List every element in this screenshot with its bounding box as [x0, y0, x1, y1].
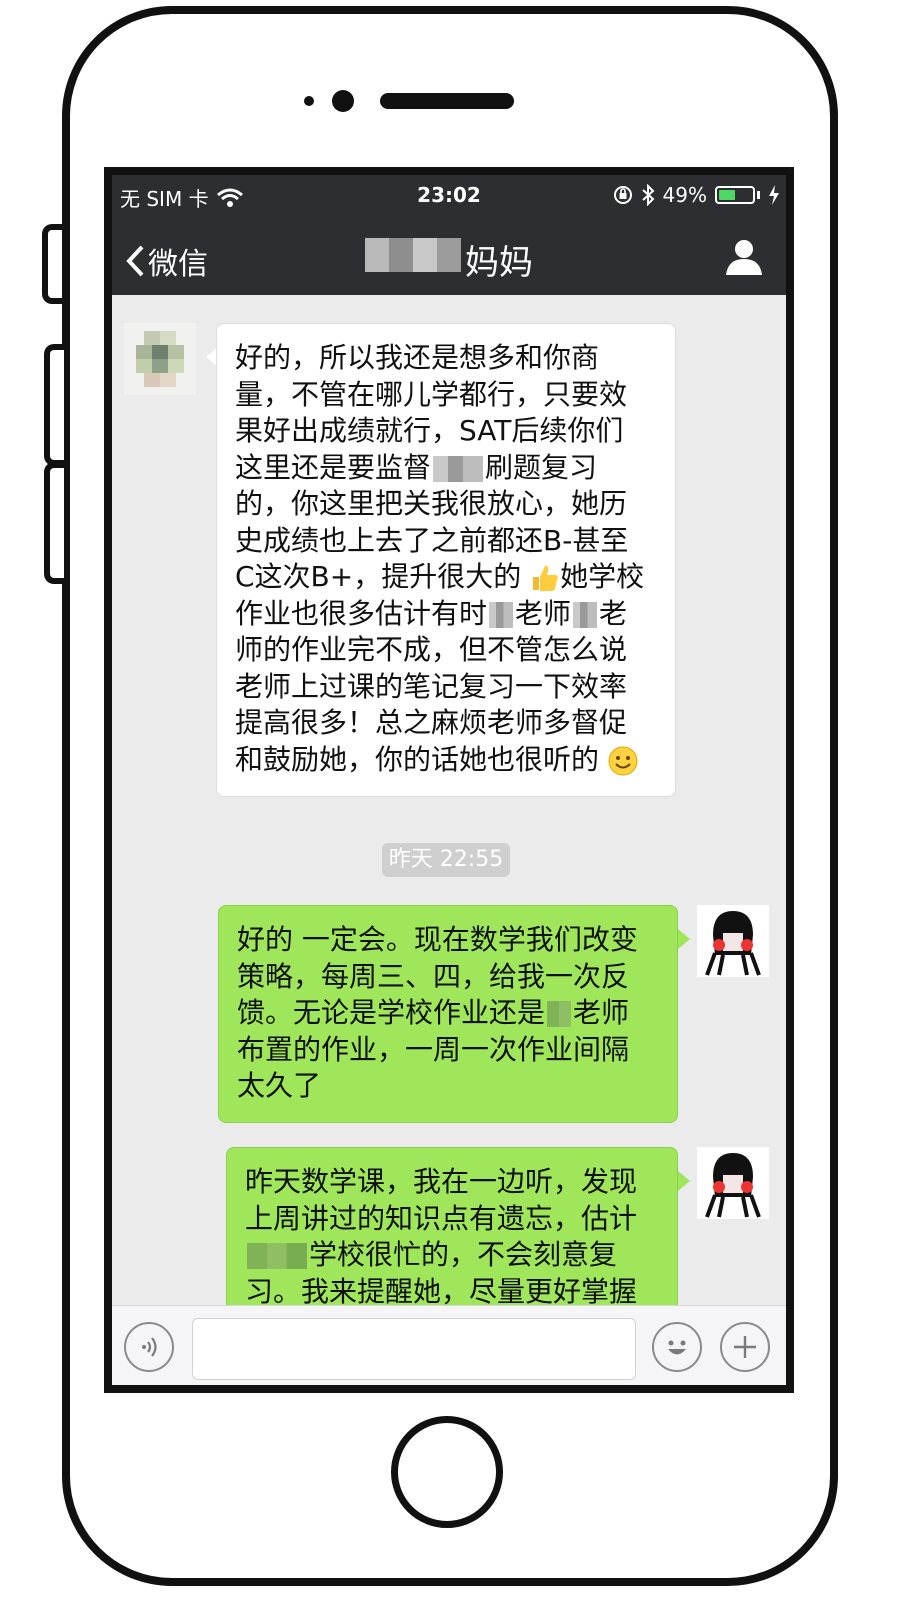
phone-speaker	[380, 93, 514, 109]
bluetooth-icon	[641, 184, 654, 206]
message-line: 作业也很多估计有时 老师老	[235, 596, 628, 630]
message-line: 馈。无论是学校作业还是 老师	[237, 996, 630, 1029]
phone-camera	[332, 90, 354, 112]
message-line: 史成绩也上去了之前都还B-甚至	[235, 523, 629, 557]
redacted-text	[573, 601, 598, 628]
incoming-message-bubble[interactable]: 好的，所以我还是想多和你商 量，不管在哪儿学都行，只要效 果好出成绩就行，SAT…	[216, 323, 676, 797]
chat-area: 好的，所以我还是想多和你商 量，不管在哪儿学都行，只要效 果好出成绩就行，SAT…	[112, 295, 786, 1305]
phone-side-button	[44, 344, 64, 466]
navigation-bar: 微信 妈妈	[112, 219, 786, 295]
user-avatar[interactable]	[697, 905, 769, 977]
redacted-text	[489, 601, 514, 628]
user-avatar[interactable]	[697, 1147, 769, 1219]
message-line: 上周讲过的知识点有遗忘，估计	[245, 1201, 638, 1235]
message-line: 和鼓励她，你的话她也很听的	[235, 742, 659, 779]
message-line: 提高很多！总之麻烦老师多督促	[235, 706, 628, 739]
charging-icon	[769, 185, 779, 205]
bubble-tail	[678, 1171, 690, 1191]
battery-percent: 49%	[662, 183, 707, 207]
voice-button[interactable]	[124, 1322, 174, 1372]
outgoing-message-bubble[interactable]: 昨天数学课，我在一边听，发现 上周讲过的知识点有遗忘，估计 学校很忙的，不会刻意…	[226, 1147, 678, 1305]
message-line: 的，你这里把关我很放心，她历	[235, 487, 628, 520]
message-line: 果好出成绩就行，SAT后续你们	[235, 414, 624, 447]
battery-tip	[757, 191, 760, 199]
message-line: 布置的作业，一周一次作业间隔	[237, 1032, 630, 1066]
status-bar: 无 SIM 卡 23:02 49%	[112, 175, 786, 219]
bubble-tail	[678, 929, 690, 949]
plus-icon	[734, 1336, 756, 1358]
message-line: 好的 一定会。现在数学我们改变	[237, 923, 638, 956]
message-line: 师的作业完不成，但不管怎么说	[235, 633, 628, 666]
voice-icon	[142, 1337, 157, 1357]
redacted-text	[247, 1243, 307, 1269]
message-line: 老师上过课的笔记复习一下效率	[235, 669, 628, 703]
message-line: 好的，所以我还是想多和你商	[235, 341, 600, 374]
outgoing-message-bubble[interactable]: 好的 一定会。现在数学我们改变 策略，每周三、四，给我一次反 馈。无论是学校作业…	[218, 905, 678, 1123]
battery-icon	[715, 186, 755, 204]
phone-sensor	[304, 96, 314, 106]
smile-emoji	[608, 746, 638, 775]
plus-button[interactable]	[720, 1322, 770, 1372]
contact-avatar[interactable]	[124, 323, 196, 395]
phone-side-button	[44, 462, 64, 584]
person-icon[interactable]	[724, 237, 764, 277]
orientation-lock-icon	[613, 186, 632, 204]
emoji-icon	[668, 1340, 686, 1355]
message-line: 昨天数学课，我在一边听，发现	[245, 1165, 638, 1198]
message-timestamp: 昨天 22:55	[382, 843, 510, 877]
input-bar	[112, 1305, 786, 1385]
message-line: C这次B+，提升很大的 她学校	[235, 560, 645, 593]
redacted-text	[547, 1001, 572, 1027]
redacted-name	[365, 238, 461, 281]
message-line: 策略，每周三、四，给我一次反	[237, 959, 630, 993]
home-button[interactable]	[391, 1416, 503, 1528]
chat-title-text: 妈妈	[465, 243, 533, 283]
message-line: 习。我来提醒她，尽量更好掌握	[245, 1274, 638, 1306]
message-input[interactable]	[192, 1318, 636, 1380]
message-line: 太久了	[237, 1069, 322, 1102]
message-line: 学校很忙的，不会刻意复	[245, 1237, 661, 1274]
chat-title: 妈妈	[112, 235, 786, 284]
thumbs-up-emoji	[533, 565, 558, 591]
phone-screen: 无 SIM 卡 23:02 49% 微信 妈妈 好的，所以我还是想多和你商 量，…	[104, 167, 794, 1393]
emoji-button[interactable]	[652, 1322, 702, 1372]
message-line: 这里还是要监督 刷题复习	[235, 450, 598, 484]
phone-side-button	[42, 224, 62, 304]
redacted-text	[433, 455, 484, 482]
message-line: 量，不管在哪儿学都行，只要效	[235, 377, 628, 411]
